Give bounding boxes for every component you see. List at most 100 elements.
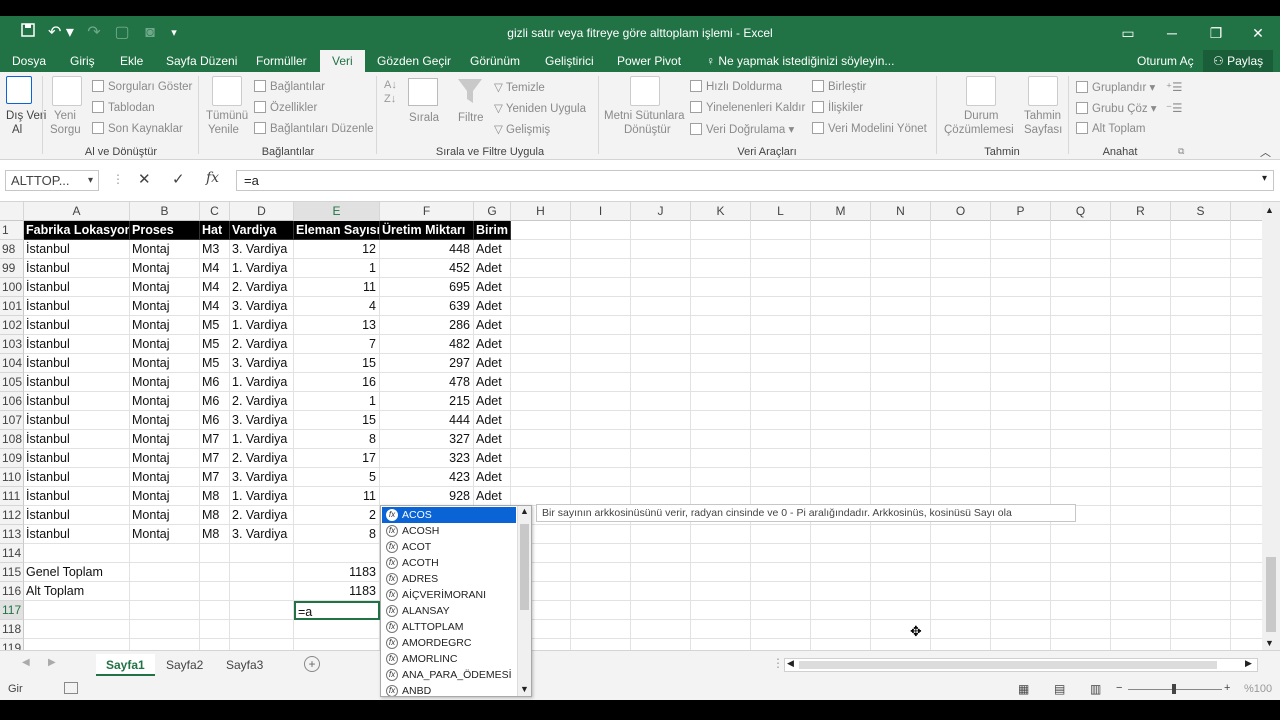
empty-cell[interactable] [631, 449, 691, 468]
forecast-sheet-button[interactable]: Tahmin Sayfası [1020, 74, 1066, 142]
cell-a[interactable]: Alt Toplam [24, 582, 130, 601]
empty-cell[interactable] [1231, 449, 1262, 468]
empty-cell[interactable] [991, 639, 1051, 650]
cell-c[interactable]: M8 [200, 506, 230, 525]
empty-cell[interactable] [571, 354, 631, 373]
cell-a[interactable] [24, 639, 130, 650]
empty-cell[interactable] [871, 316, 931, 335]
cell-d[interactable]: 1. Vardiya [230, 373, 294, 392]
properties-button[interactable]: Özellikler [254, 101, 317, 114]
select-all-corner[interactable] [0, 202, 24, 221]
empty-cell[interactable] [1111, 411, 1171, 430]
empty-cell[interactable] [571, 639, 631, 650]
empty-cell[interactable] [1111, 259, 1171, 278]
empty-cell[interactable] [1111, 373, 1171, 392]
row-header[interactable]: 108 [0, 430, 24, 449]
empty-cell[interactable] [931, 544, 991, 563]
empty-cell[interactable] [751, 221, 811, 240]
header-cell-a[interactable]: Fabrika Lokasyon [24, 221, 130, 240]
empty-cell[interactable] [571, 316, 631, 335]
header-cell-b[interactable]: Proses [130, 221, 200, 240]
empty-cell[interactable] [931, 525, 991, 544]
cell-a[interactable]: İstanbul [24, 468, 130, 487]
empty-cell[interactable] [571, 297, 631, 316]
empty-cell[interactable] [991, 468, 1051, 487]
name-box-dropdown-icon[interactable]: ▾ [88, 171, 93, 190]
empty-cell[interactable] [1051, 430, 1111, 449]
prev-sheet-icon[interactable]: ◀ [22, 657, 30, 668]
cell-c[interactable]: M4 [200, 278, 230, 297]
empty-cell[interactable] [1231, 639, 1262, 650]
empty-cell[interactable] [751, 354, 811, 373]
cell-c[interactable] [200, 639, 230, 650]
empty-cell[interactable] [1171, 278, 1231, 297]
empty-cell[interactable] [631, 373, 691, 392]
empty-cell[interactable] [931, 639, 991, 650]
empty-cell[interactable] [811, 525, 871, 544]
cell-e[interactable]: 12 [294, 240, 380, 259]
autocomplete-item[interactable]: fx ANA_PARA_ÖDEMESİ [382, 667, 516, 683]
empty-cell[interactable] [511, 316, 571, 335]
empty-cell[interactable] [571, 221, 631, 240]
empty-cell[interactable] [871, 392, 931, 411]
cell-f[interactable]: 695 [380, 278, 474, 297]
row-header[interactable]: 104 [0, 354, 24, 373]
cell-e[interactable]: 1183 [294, 563, 380, 582]
cell-b[interactable]: Montaj [130, 354, 200, 373]
empty-cell[interactable] [931, 316, 991, 335]
empty-cell[interactable] [1111, 430, 1171, 449]
row-header[interactable]: 118 [0, 620, 24, 639]
customize-qat-icon[interactable]: ▾ [160, 16, 188, 50]
clear-button[interactable]: ▽ Temizle [494, 80, 545, 94]
empty-cell[interactable] [631, 335, 691, 354]
empty-cell[interactable] [691, 525, 751, 544]
empty-cell[interactable] [1051, 354, 1111, 373]
cell-b[interactable] [130, 544, 200, 563]
horizontal-scroll-thumb[interactable] [799, 661, 1217, 669]
close-button[interactable]: ✕ [1236, 16, 1280, 50]
cell-e[interactable] [294, 620, 380, 639]
empty-cell[interactable] [931, 297, 991, 316]
cell-b[interactable]: Montaj [130, 259, 200, 278]
cell-f[interactable]: 423 [380, 468, 474, 487]
empty-cell[interactable] [1111, 316, 1171, 335]
empty-cell[interactable] [751, 278, 811, 297]
empty-cell[interactable] [631, 411, 691, 430]
empty-cell[interactable] [931, 620, 991, 639]
cell-e[interactable]: 13 [294, 316, 380, 335]
cell-c[interactable]: M5 [200, 316, 230, 335]
empty-cell[interactable] [1171, 525, 1231, 544]
zoom-out-icon[interactable]: − [1116, 682, 1122, 694]
cell-c[interactable]: M4 [200, 297, 230, 316]
cell-d[interactable]: 3. Vardiya [230, 411, 294, 430]
data-validation-button[interactable]: Veri Doğrulama ▾ [690, 122, 794, 136]
cell-e[interactable] [294, 544, 380, 563]
zoom-slider[interactable] [1128, 684, 1222, 694]
subtotal-button[interactable]: Alt Toplam [1076, 122, 1145, 135]
cell-e[interactable]: 4 [294, 297, 380, 316]
group-button[interactable]: Gruplandır ▾ [1076, 80, 1155, 94]
row-header[interactable]: 116 [0, 582, 24, 601]
zoom-level[interactable]: %100 [1244, 683, 1272, 695]
cell-g[interactable]: Adet [474, 468, 511, 487]
autocomplete-item[interactable]: fx AİÇVERİMORANI [382, 587, 516, 603]
col-header-h[interactable]: H [511, 202, 571, 221]
empty-cell[interactable] [691, 563, 751, 582]
empty-cell[interactable] [1231, 506, 1262, 525]
cell-e[interactable] [294, 639, 380, 650]
empty-cell[interactable] [871, 278, 931, 297]
empty-cell[interactable] [1231, 525, 1262, 544]
empty-cell[interactable] [931, 259, 991, 278]
empty-cell[interactable] [631, 468, 691, 487]
empty-cell[interactable] [871, 468, 931, 487]
cell-e[interactable]: 17 [294, 449, 380, 468]
cell-f[interactable]: 286 [380, 316, 474, 335]
empty-cell[interactable] [1111, 620, 1171, 639]
empty-cell[interactable] [1111, 563, 1171, 582]
empty-cell[interactable] [1231, 335, 1262, 354]
scroll-up-icon[interactable]: ▲ [1265, 205, 1274, 215]
cell-b[interactable]: Montaj [130, 449, 200, 468]
empty-cell[interactable] [991, 297, 1051, 316]
empty-cell[interactable] [751, 335, 811, 354]
empty-cell[interactable] [1111, 449, 1171, 468]
